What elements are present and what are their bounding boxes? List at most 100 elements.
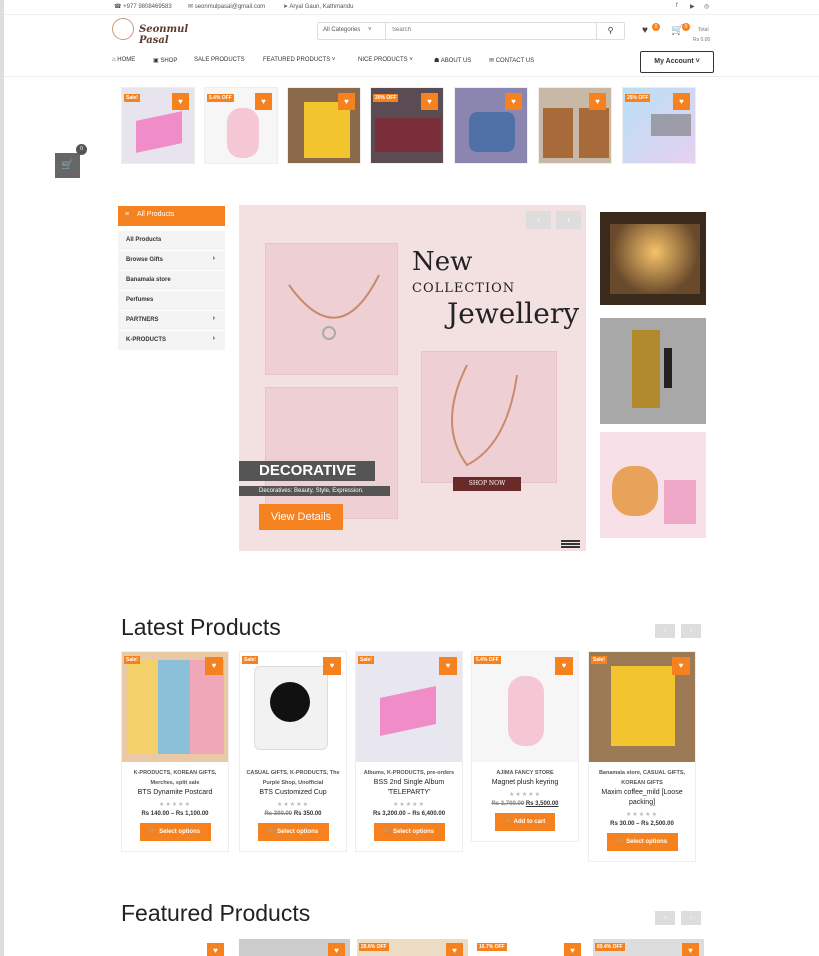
featured-card[interactable]: ♥ <box>121 939 229 956</box>
product-categories[interactable]: AJIMA FANCY STORE <box>472 762 578 778</box>
strip-item[interactable]: 20% OFF ♥ <box>370 87 444 164</box>
product-price: Rs 30.00 – Rs 2,500.00 <box>610 821 674 827</box>
sale-badge: Sale! <box>358 656 374 664</box>
sale-badge: Sale! <box>242 656 258 664</box>
product-name[interactable]: BTS Customized Cup <box>240 788 346 798</box>
heart-icon[interactable]: ♥ <box>207 943 224 956</box>
nav-contact-us[interactable]: ✉ CONTACT US <box>489 57 534 64</box>
hero-slider[interactable]: New COLLECTION Jewellery SHOP NOW DECORA… <box>239 205 586 551</box>
heart-icon[interactable]: ♥ <box>505 93 522 110</box>
category-item[interactable]: Browse Gifts › <box>118 251 225 271</box>
heart-icon[interactable]: ♥ <box>439 657 457 675</box>
latest-next-button[interactable]: › <box>681 624 701 638</box>
my-account-button[interactable]: My Account ˅ <box>640 51 714 73</box>
product-price: Rs 390.00 Rs 350.00 <box>264 811 322 817</box>
jewellery-photo <box>265 387 398 519</box>
add-to-cart-button[interactable]: 🛒 Add to cart <box>495 813 555 831</box>
strip-item[interactable]: ♥ <box>454 87 528 164</box>
category-item[interactable]: Perfumes <box>118 291 225 311</box>
category-item[interactable]: K-PRODUCTS › <box>118 331 225 351</box>
product-card[interactable]: 5.4% OFF ♥ AJIMA FANCY STORE Magnet plus… <box>471 651 579 842</box>
product-image <box>227 108 259 158</box>
product-card[interactable]: Sale! ♥ CASUAL GIFTS, K-PRODUCTS, The Pu… <box>239 651 347 852</box>
heart-icon[interactable]: ♥ <box>323 657 341 675</box>
nav-home[interactable]: ⌂ HOME <box>112 57 135 63</box>
strip-item[interactable]: Sale! ♥ <box>121 87 195 164</box>
category-item[interactable]: PARTNERS › <box>118 311 225 331</box>
select-options-button[interactable]: 🛒 Select options <box>373 823 445 841</box>
select-options-button[interactable]: 🛒 Select options <box>606 833 678 851</box>
product-card[interactable]: Sale! ♥ K-PRODUCTS, KOREAN GIFTS, Merche… <box>121 651 229 852</box>
product-name[interactable]: BSS 2nd Single Album 'TELEPARTY' <box>356 778 462 798</box>
featured-prev-button[interactable]: ‹ <box>655 911 675 925</box>
latest-prev-button[interactable]: ‹ <box>655 624 675 638</box>
wishlist-icon[interactable]: ♥ <box>642 25 648 36</box>
nav-sale-products[interactable]: SALE PRODUCTS <box>194 57 245 63</box>
site-logo[interactable]: Seonmul Pasal <box>112 18 212 46</box>
heart-icon[interactable]: ♥ <box>555 657 573 675</box>
facebook-icon[interactable]: f <box>676 3 678 9</box>
strip-item[interactable]: 5.4% OFF ♥ <box>204 87 278 164</box>
strip-item[interactable]: 25% OFF ♥ <box>622 87 696 164</box>
left-edge <box>0 0 4 956</box>
sale-badge: Sale! <box>124 656 140 664</box>
side-banner[interactable] <box>600 432 706 538</box>
heart-icon[interactable]: ♥ <box>328 943 345 956</box>
heart-icon[interactable]: ♥ <box>338 93 355 110</box>
nav-about-us[interactable]: ☗ ABOUT US <box>434 57 471 64</box>
strip-item[interactable]: ♥ <box>287 87 361 164</box>
category-list: All Products Browse Gifts › Banamala stor… <box>118 231 225 351</box>
view-details-button[interactable]: View Details <box>259 504 343 530</box>
product-name[interactable]: Maxim coffee_mild [Loose packing] <box>589 788 695 808</box>
floating-cart-button[interactable]: 🛒 0 <box>55 144 87 178</box>
category-menu-header[interactable]: ≡ All Products <box>118 206 225 226</box>
slider-next-button[interactable]: › <box>556 211 581 229</box>
shop-icon: ▣ <box>153 58 159 64</box>
category-item[interactable]: All Products <box>118 231 225 251</box>
heart-icon[interactable]: ♥ <box>682 943 699 956</box>
category-item[interactable]: Banamala store <box>118 271 225 291</box>
youtube-icon[interactable]: ▶ <box>690 3 695 10</box>
product-name[interactable]: BTS Dynamite Postcard <box>122 788 228 798</box>
slider-prev-button[interactable]: ‹ <box>526 211 551 229</box>
shop-now-label: SHOP NOW <box>453 477 521 491</box>
nav-featured-products[interactable]: FEATURED PRODUCTS ˅ <box>263 57 335 63</box>
heart-icon[interactable]: ♥ <box>421 93 438 110</box>
slider-menu-icon[interactable] <box>561 540 580 548</box>
select-options-button[interactable]: 🛒 Select options <box>139 823 211 841</box>
featured-next-button[interactable]: › <box>681 911 701 925</box>
heart-icon[interactable]: ♥ <box>205 657 223 675</box>
search-icon: ⚲ <box>607 26 614 35</box>
product-card[interactable]: Sale! ♥ Banamala store, CASUAL GIFTS, KO… <box>588 651 696 862</box>
product-categories[interactable]: Albums, K-PRODUCTS, pre-orders <box>356 762 462 778</box>
heart-icon[interactable]: ♥ <box>172 93 189 110</box>
side-banner[interactable] <box>600 212 706 305</box>
nav-nice-products[interactable]: NICE PRODUCTS ˅ <box>358 57 413 63</box>
nav-shop[interactable]: ▣ SHOP <box>153 57 177 64</box>
strip-item[interactable]: ♥ <box>538 87 612 164</box>
heart-icon[interactable]: ♥ <box>255 93 272 110</box>
heart-icon[interactable]: ♥ <box>672 657 690 675</box>
product-name[interactable]: Magnet plush keyring <box>472 778 578 788</box>
category-select[interactable]: All Categories ˅ <box>318 23 386 39</box>
featured-card[interactable]: ♥ <box>239 939 350 956</box>
product-categories[interactable]: Banamala store, CASUAL GIFTS, KOREAN GIF… <box>589 762 695 788</box>
side-banner[interactable] <box>600 318 706 424</box>
featured-card[interactable]: 28.6% OFF ♥ <box>357 939 468 956</box>
cart-total[interactable]: Total Rs 0.00 <box>693 25 710 45</box>
featured-card[interactable]: 16.7% OFF ♥ <box>475 939 586 956</box>
discount-badge: 5.4% OFF <box>207 94 234 102</box>
instagram-icon[interactable]: ◎ <box>704 3 709 10</box>
product-categories[interactable]: CASUAL GIFTS, K-PRODUCTS, The Purple Sho… <box>240 762 346 788</box>
heart-icon[interactable]: ♥ <box>589 93 606 110</box>
heart-icon[interactable]: ♥ <box>564 943 581 956</box>
select-options-button[interactable]: 🛒 Select options <box>257 823 329 841</box>
product-card[interactable]: Sale! ♥ Albums, K-PRODUCTS, pre-orders B… <box>355 651 463 852</box>
heart-icon[interactable]: ♥ <box>673 93 690 110</box>
product-categories[interactable]: K-PRODUCTS, KOREAN GIFTS, Merches, split… <box>122 762 228 788</box>
search-button[interactable]: ⚲ <box>596 23 624 39</box>
heart-icon[interactable]: ♥ <box>446 943 463 956</box>
email-text[interactable]: ✉ seonmulpasal@gmail.com <box>188 3 265 10</box>
featured-card[interactable]: 89.4% OFF ♥ <box>593 939 704 956</box>
search-input[interactable] <box>392 27 582 33</box>
